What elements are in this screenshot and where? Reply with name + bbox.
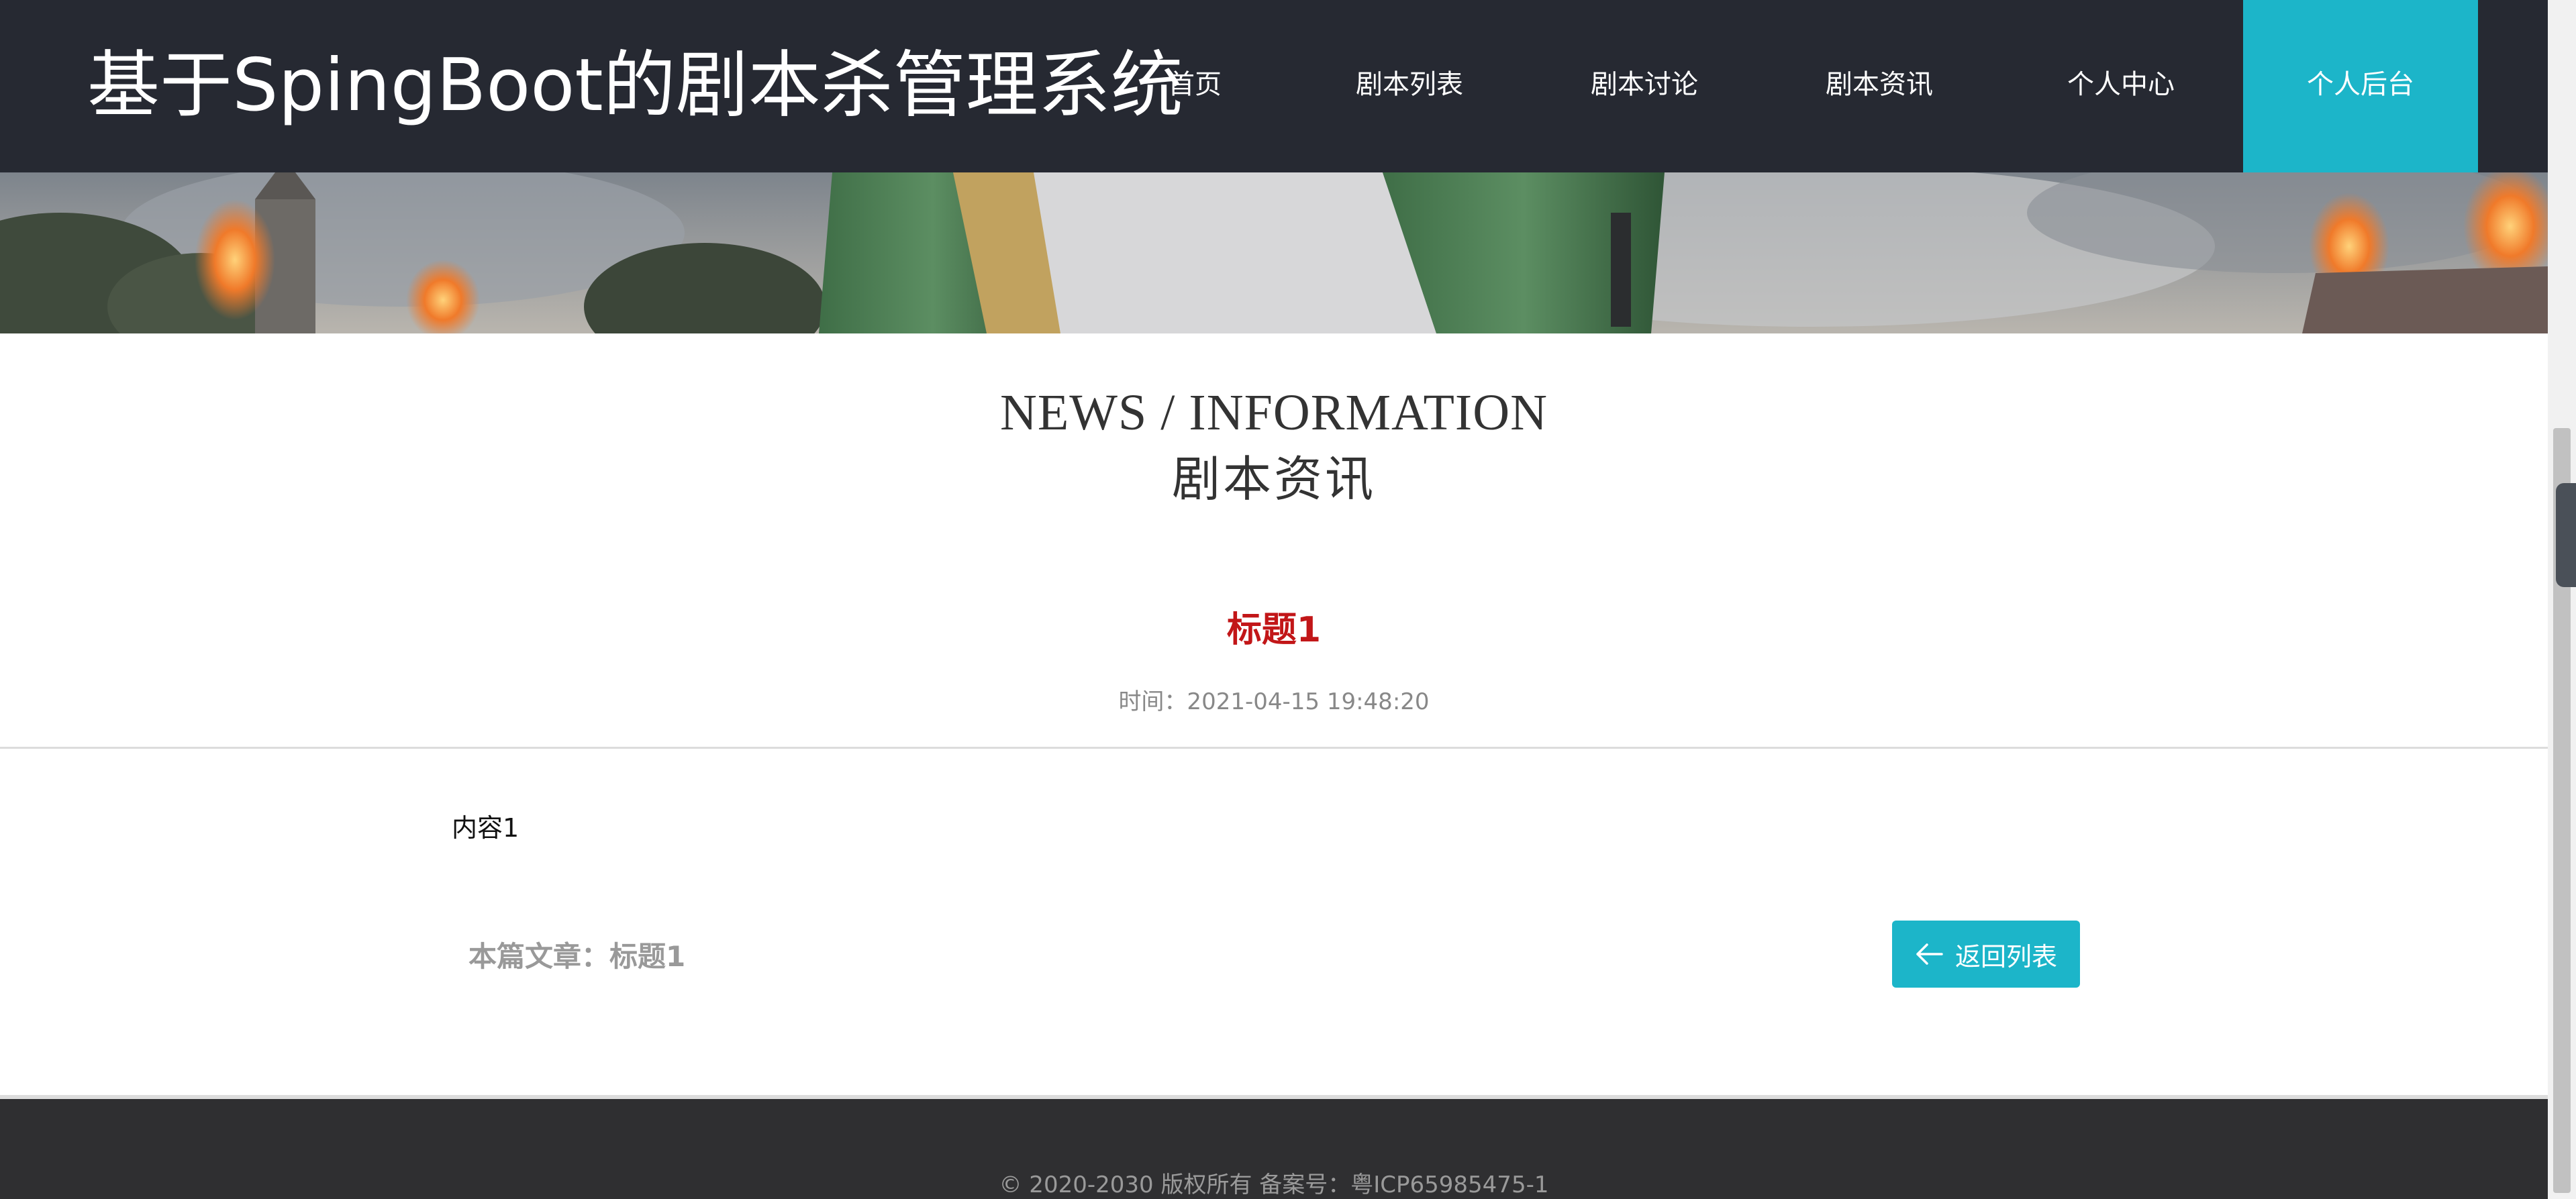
article-title: 标题1 bbox=[1226, 610, 1322, 650]
nav-personal-center[interactable]: 个人中心 bbox=[2040, 0, 2201, 172]
divider bbox=[0, 747, 2548, 749]
nav-home[interactable]: 首页 bbox=[1114, 0, 1275, 172]
arrow-left-icon bbox=[1915, 942, 1943, 966]
page: 基于SpingBoot的剧本杀管理系统 首页 剧本列表 剧本讨论 剧本资讯 个人… bbox=[0, 0, 2548, 1199]
banner-illustration bbox=[0, 172, 2548, 333]
banner-image bbox=[0, 172, 2548, 333]
back-to-list-button[interactable]: 返回列表 bbox=[1892, 921, 2080, 988]
section-title-english: NEWS / INFORMATION bbox=[1000, 384, 1548, 441]
top-navigation-bar: 基于SpingBoot的剧本杀管理系统 首页 剧本列表 剧本讨论 剧本资讯 个人… bbox=[0, 0, 2548, 172]
nav-personal-backend[interactable]: 个人后台 bbox=[2243, 0, 2478, 172]
copyright-text: © 2020-2030 版权所有 备案号：粤ICP65985475-1 bbox=[999, 1171, 1549, 1198]
back-to-list-label: 返回列表 bbox=[1954, 941, 2057, 972]
nav-script-discussion[interactable]: 剧本讨论 bbox=[1564, 0, 1725, 172]
article-content: 内容1 bbox=[452, 813, 519, 843]
side-floating-widget[interactable] bbox=[2556, 483, 2576, 587]
article-time: 时间：2021-04-15 19:48:20 bbox=[1118, 688, 1430, 715]
nav-script-news[interactable]: 剧本资讯 bbox=[1799, 0, 1960, 172]
nav-script-list[interactable]: 剧本列表 bbox=[1329, 0, 1490, 172]
site-title[interactable]: 基于SpingBoot的剧本杀管理系统 bbox=[87, 39, 1183, 133]
section-title-chinese: 剧本资讯 bbox=[1171, 451, 1376, 507]
current-article-label: 本篇文章：标题1 bbox=[468, 940, 686, 973]
vertical-scrollbar[interactable] bbox=[2548, 0, 2576, 1199]
page-footer: © 2020-2030 版权所有 备案号：粤ICP65985475-1 bbox=[0, 1095, 2548, 1199]
